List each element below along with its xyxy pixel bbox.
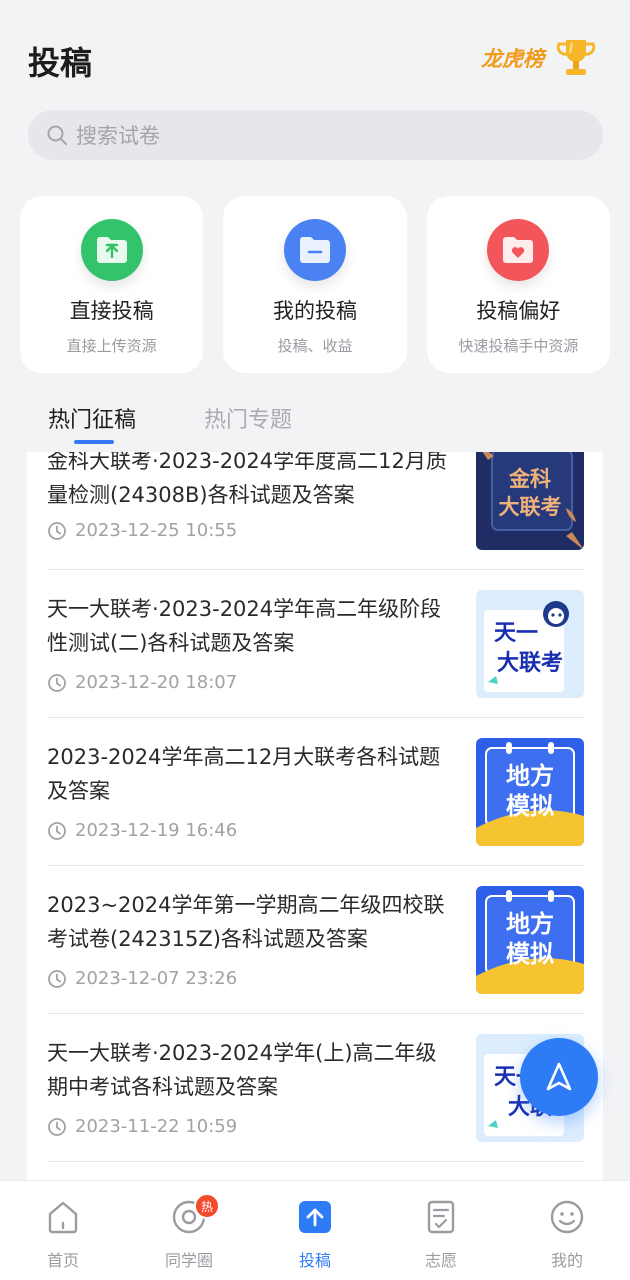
tabbar-label: 同学圈 <box>164 1251 213 1270</box>
thumb-text: 大联考 <box>497 651 563 676</box>
search-icon <box>47 125 67 145</box>
navigate-arrow-icon <box>546 1062 572 1091</box>
smile-icon <box>550 1200 584 1234</box>
page-title: 投稿 <box>28 44 93 82</box>
article-meta: 2023-12-25 10:55 <box>47 520 237 541</box>
heart-folder-icon <box>487 219 550 281</box>
article-title: 2023-2024学年高二12月大联考各科试题及答案 <box>47 745 441 803</box>
action-subtitle: 直接上传资源 <box>66 337 157 355</box>
divider <box>47 1161 584 1162</box>
content-tabs: 热门征稿 热门专题 <box>48 402 292 448</box>
folder-icon <box>283 219 346 281</box>
tabbar-label: 志愿 <box>424 1251 457 1270</box>
navigate-fab-button[interactable] <box>520 1038 598 1116</box>
tab-label: 热门征稿 <box>48 408 137 433</box>
thumb-text: 模拟 <box>506 792 554 820</box>
search-input[interactable]: 搜索试卷 <box>28 110 603 160</box>
direct-submit-card[interactable]: 直接投稿 直接上传资源 <box>20 196 204 373</box>
thumb-text: 大联考 <box>499 495 562 519</box>
list-item[interactable]: 2023-2024学年高二12月大联考各科试题及答案 2023-12-19 16… <box>47 718 584 866</box>
article-meta: 2023-12-20 18:07 <box>47 672 237 693</box>
my-submissions-card[interactable]: 我的投稿 投稿、收益 <box>223 196 407 373</box>
checklist-icon <box>427 1200 455 1234</box>
article-meta: 2023-12-07 23:26 <box>47 968 237 989</box>
action-subtitle: 快速投稿手中资源 <box>458 337 579 355</box>
hot-badge: 热 <box>194 1193 220 1219</box>
article-date: 2023-12-20 18:07 <box>75 672 238 693</box>
clock-icon <box>48 521 66 540</box>
tabbar-item-volunteer[interactable]: 志愿 <box>378 1181 504 1280</box>
article-title: 金科大联考·2023-2024学年度高二12月质量检测(24308B)各科试题及… <box>47 452 447 507</box>
rank-list-link[interactable]: 龙虎榜 <box>481 34 600 82</box>
list-item[interactable]: 金科大联考·2023-2024学年度高二12月质量检测(24308B)各科试题及… <box>47 452 584 570</box>
list-item[interactable]: 2023~2024学年第一学期高二年级四校联考试卷(242315Z)各科试题及答… <box>47 866 584 1014</box>
action-cards: 直接投稿 直接上传资源 我的投稿 投稿、收益 投稿偏好 快速投稿手中资源 <box>20 196 610 373</box>
submit-preference-card[interactable]: 投稿偏好 快速投稿手中资源 <box>426 196 610 373</box>
article-title: 天一大联考·2023-2024学年(上)高二年级期中考试各科试题及答案 <box>47 1041 437 1099</box>
clock-icon <box>48 1117 66 1136</box>
upload-icon <box>299 1201 331 1233</box>
action-title: 投稿偏好 <box>476 299 561 323</box>
action-subtitle: 投稿、收益 <box>277 337 353 355</box>
article-date: 2023-12-25 10:55 <box>75 520 238 541</box>
list-item[interactable]: 天一大联考·2023-2024学年高二年级阶段性测试(二)各科试题及答案 202… <box>47 570 584 718</box>
article-title: 天一大联考·2023-2024学年高二年级阶段性测试(二)各科试题及答案 <box>47 597 442 655</box>
tabbar-item-submit[interactable]: 投稿 <box>252 1181 378 1280</box>
article-date: 2023-11-22 10:59 <box>75 1116 238 1137</box>
action-title: 我的投稿 <box>272 299 357 323</box>
thumb-text: 地方 <box>506 910 554 938</box>
article-meta: 2023-11-22 10:59 <box>47 1116 237 1137</box>
tab-label: 热门专题 <box>204 408 293 433</box>
article-thumbnail: 天一 大联考 <box>476 590 584 698</box>
tab-active-indicator <box>74 440 114 444</box>
clock-icon <box>48 969 66 988</box>
thumb-text: 金科 <box>508 467 551 491</box>
home-icon <box>48 1201 78 1234</box>
upload-folder-icon <box>80 219 143 281</box>
thumb-text: 模拟 <box>506 940 554 968</box>
header: 投稿 龙虎榜 <box>0 0 630 110</box>
tab-hot-calls[interactable]: 热门征稿 <box>48 402 136 448</box>
tabbar-item-classmates[interactable]: 热 同学圈 <box>126 1181 252 1280</box>
article-thumbnail: 地方 模拟 <box>476 886 584 994</box>
article-thumbnail: 地方 模拟 <box>476 738 584 846</box>
article-list[interactable]: 金科大联考·2023-2024学年度高二12月质量检测(24308B)各科试题及… <box>27 452 603 1180</box>
trophy-icon <box>556 40 596 75</box>
article-date: 2023-12-07 23:26 <box>75 968 238 989</box>
clock-icon <box>48 673 66 692</box>
search-placeholder: 搜索试卷 <box>76 124 160 148</box>
rank-label: 龙虎榜 <box>481 47 544 71</box>
tabbar-label: 投稿 <box>298 1251 331 1270</box>
bottom-tab-bar: 首页 热 同学圈 投稿 志愿 我的 <box>0 1180 630 1280</box>
clock-icon <box>48 821 66 840</box>
article-thumbnail: 金科 大联考 <box>476 452 584 550</box>
tabbar-item-home[interactable]: 首页 <box>0 1181 126 1280</box>
tab-hot-topics[interactable]: 热门专题 <box>204 402 292 448</box>
tabbar-item-mine[interactable]: 我的 <box>504 1181 630 1280</box>
article-meta: 2023-12-19 16:46 <box>47 820 237 841</box>
tabbar-label: 我的 <box>550 1251 583 1270</box>
list-item[interactable]: 天一大联考·2023-2024学年(上)高二年级期中考试各科试题及答案 2023… <box>47 1014 584 1162</box>
thumb-text: 天一 <box>494 621 538 646</box>
thumb-text: 地方 <box>506 762 554 790</box>
tabbar-label: 首页 <box>46 1251 79 1270</box>
article-date: 2023-12-19 16:46 <box>75 820 238 841</box>
action-title: 直接投稿 <box>69 299 154 323</box>
article-title: 2023~2024学年第一学期高二年级四校联考试卷(242315Z)各科试题及答… <box>47 893 445 951</box>
